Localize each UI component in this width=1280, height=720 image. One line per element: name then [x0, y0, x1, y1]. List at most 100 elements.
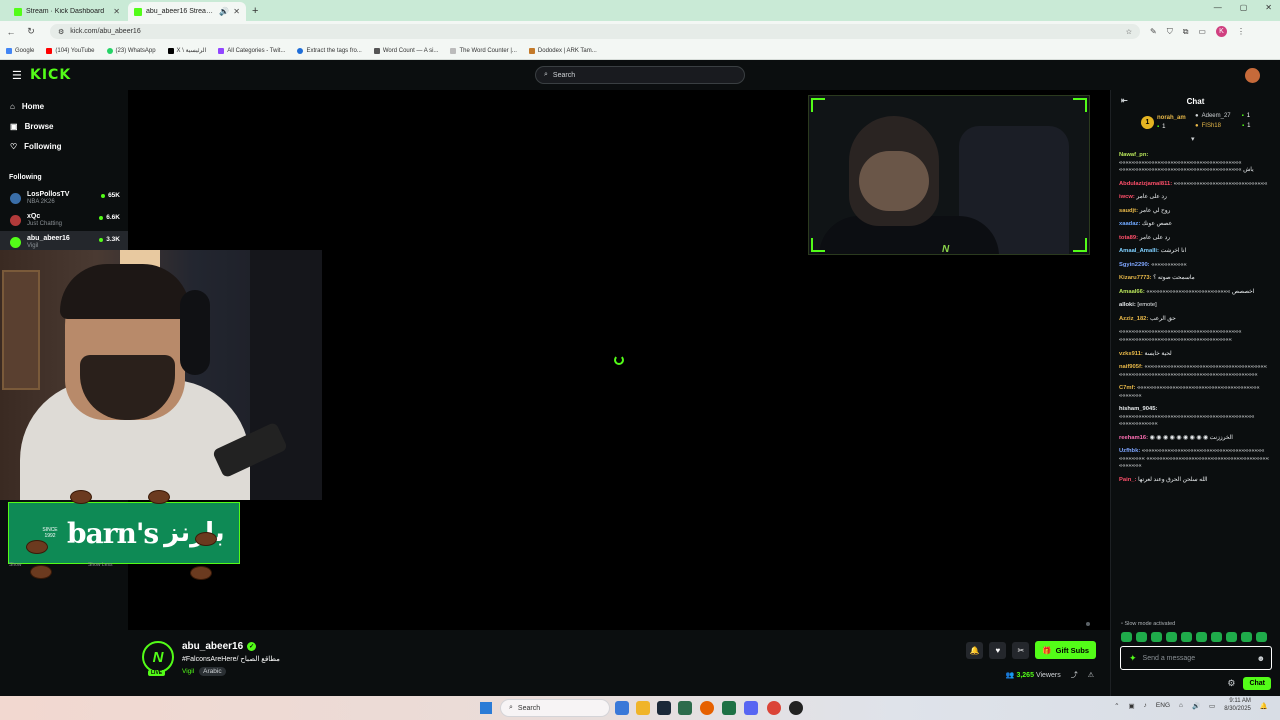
- taskbar-search[interactable]: ⌕ Search: [500, 699, 610, 717]
- shield-icon[interactable]: ⛉: [1167, 27, 1173, 37]
- share-icon[interactable]: ⤴: [1071, 670, 1078, 680]
- copilot-icon[interactable]: [615, 701, 629, 715]
- bookmark-whatsapp[interactable]: (23) WhatsApp: [106, 47, 156, 54]
- file-explorer-icon[interactable]: [636, 701, 650, 715]
- emote-icon[interactable]: [1121, 632, 1132, 642]
- url-field[interactable]: ⚙ kick.com/abu_abeer16 ☆: [50, 24, 1140, 39]
- bookmark-twitch[interactable]: All Categories - Twit...: [218, 47, 285, 54]
- maximize-icon[interactable]: ▢: [1240, 3, 1248, 12]
- bookmark-tags[interactable]: Extract the tags fro...: [297, 47, 362, 54]
- sidebar-item-following[interactable]: ♡ Following: [0, 136, 128, 156]
- network-icon[interactable]: ⌂: [1179, 702, 1183, 709]
- tray-chevron-icon[interactable]: ⌃: [1114, 702, 1119, 710]
- emoji-picker-icon[interactable]: ☻: [1257, 654, 1265, 663]
- chat-settings-gear-icon[interactable]: ⚙: [1227, 678, 1235, 689]
- sidebar-item-home[interactable]: ⌂ Home: [0, 96, 128, 116]
- back-icon[interactable]: ←: [6, 27, 16, 37]
- chat-message-input[interactable]: ✦ Send a message ☻: [1120, 646, 1272, 670]
- chat-username[interactable]: Azziz_182:: [1119, 316, 1148, 322]
- chat-username[interactable]: Uzfhbk:: [1119, 448, 1140, 454]
- emote-icon[interactable]: [1136, 632, 1147, 642]
- followed-channel-xqc[interactable]: xQc Just Chatting 6.6K: [0, 209, 128, 231]
- show-less-link[interactable]: Show Less: [88, 562, 112, 568]
- emote-icon[interactable]: [1241, 632, 1252, 642]
- clip-icon[interactable]: ✂: [1012, 641, 1030, 659]
- chat-username[interactable]: Amaal66:: [1119, 289, 1145, 295]
- mute-tab-icon[interactable]: 🔊: [219, 7, 229, 16]
- search-input[interactable]: ⌕ Search: [535, 66, 745, 84]
- tab-kick-dashboard[interactable]: Stream · Kick Dashboard ✕: [8, 2, 126, 21]
- sidebar-icon[interactable]: ▭: [1198, 27, 1206, 36]
- chat-username[interactable]: vzks911:: [1119, 351, 1143, 357]
- emote-icon[interactable]: [1151, 632, 1162, 642]
- volume-icon[interactable]: 🔊: [1192, 702, 1200, 710]
- chat-username[interactable]: tota89:: [1119, 235, 1138, 241]
- obs-icon[interactable]: [789, 701, 803, 715]
- emote-icon[interactable]: [1196, 632, 1207, 642]
- chat-username[interactable]: naif905f:: [1119, 364, 1143, 370]
- chat-username[interactable]: iwcw:: [1119, 194, 1135, 200]
- chat-username[interactable]: hisham_9045:: [1119, 406, 1157, 412]
- close-tab-icon[interactable]: ✕: [233, 7, 240, 16]
- tray-app-icon[interactable]: ▣: [1129, 702, 1135, 710]
- gift-subs-button[interactable]: 🎁 Gift Subs: [1035, 641, 1096, 659]
- reload-icon[interactable]: ↻: [26, 26, 36, 37]
- app-icon[interactable]: [678, 701, 692, 715]
- minimize-icon[interactable]: —: [1214, 3, 1222, 12]
- stream-category-link[interactable]: Vigil: [182, 668, 194, 675]
- bookmark-youtube[interactable]: (104) YouTube: [46, 47, 95, 54]
- discord-icon[interactable]: [744, 701, 758, 715]
- leaderboard-entry[interactable]: ● Adeem_27 ▪ 1: [1195, 113, 1250, 119]
- show-more-link[interactable]: Show: [9, 562, 22, 568]
- bookmark-google[interactable]: Google: [6, 47, 34, 54]
- clock[interactable]: 9:11 AM 8/30/2025: [1224, 698, 1251, 713]
- xbox-icon[interactable]: [722, 701, 736, 715]
- menu-icon[interactable]: ⋮: [1237, 27, 1245, 36]
- windows-start-icon[interactable]: [480, 702, 492, 714]
- close-tab-icon[interactable]: ✕: [113, 7, 120, 16]
- chat-username[interactable]: Amaal_Amalli:: [1119, 248, 1159, 254]
- firefox-icon[interactable]: [700, 701, 714, 715]
- bookmark-star-icon[interactable]: ☆: [1126, 28, 1132, 36]
- new-tab-button[interactable]: +: [252, 2, 258, 21]
- chrome-icon[interactable]: [767, 701, 781, 715]
- extensions-icon[interactable]: ⧉: [1183, 27, 1189, 37]
- followed-channel-lospollostv[interactable]: LosPollosTV NBA 2K26 65K: [0, 187, 128, 209]
- sparkle-icon[interactable]: ✦: [1129, 653, 1137, 664]
- hamburger-menu-icon[interactable]: ☰: [12, 69, 22, 82]
- emote-icon[interactable]: [1256, 632, 1267, 642]
- emote-icon[interactable]: [1181, 632, 1192, 642]
- chat-username[interactable]: C7mf:: [1119, 385, 1135, 391]
- chat-username[interactable]: alloki:: [1119, 302, 1136, 308]
- chat-username[interactable]: Pain_:: [1119, 477, 1136, 483]
- leaderboard-entry[interactable]: ● FISh18 ▪ 1: [1195, 123, 1250, 129]
- tab-stream[interactable]: abu_abeer16 Stream - Watc 🔊 ✕: [128, 2, 246, 21]
- profile-avatar[interactable]: K: [1215, 26, 1227, 37]
- battery-icon[interactable]: ▭: [1209, 702, 1215, 710]
- notification-icon[interactable]: 🔔: [1260, 702, 1268, 710]
- emote-icon[interactable]: [1226, 632, 1237, 642]
- report-icon[interactable]: ⚠: [1088, 671, 1094, 679]
- kick-logo[interactable]: KICK: [30, 67, 71, 83]
- leaderboard-entry[interactable]: norah_am: [1157, 115, 1186, 121]
- steam-icon[interactable]: [657, 701, 671, 715]
- send-chat-button[interactable]: Chat: [1243, 676, 1271, 690]
- collapse-chat-icon[interactable]: ⇤: [1121, 96, 1128, 105]
- bookmark-wordcounter[interactable]: The Word Counter |...: [450, 47, 517, 54]
- emote-icon[interactable]: [1166, 632, 1177, 642]
- notification-bell-icon[interactable]: 🔔: [966, 641, 984, 659]
- streamer-name[interactable]: abu_abeer16: [182, 641, 243, 652]
- chat-username[interactable]: xaadaz:: [1119, 221, 1140, 227]
- bookmark-x[interactable]: X \ الرئيسية: [167, 47, 206, 54]
- tray-mic-icon[interactable]: ♪: [1144, 702, 1147, 709]
- chat-username[interactable]: Nawaf_pn:: [1119, 152, 1148, 158]
- streamer-avatar[interactable]: N: [142, 641, 174, 673]
- chat-username[interactable]: Sgyin2290:: [1119, 262, 1150, 268]
- chat-username[interactable]: reeham16:: [1119, 435, 1148, 441]
- chat-username[interactable]: Abdulazizjamal811:: [1119, 181, 1172, 187]
- bookmark-wordcount[interactable]: Word Count — A si...: [373, 47, 438, 54]
- pen-icon[interactable]: ✎: [1150, 27, 1157, 36]
- chat-username[interactable]: Kizaru7773:: [1119, 275, 1152, 281]
- expand-leaderboard-icon[interactable]: ▾: [1191, 135, 1195, 143]
- emote-icon[interactable]: [1211, 632, 1222, 642]
